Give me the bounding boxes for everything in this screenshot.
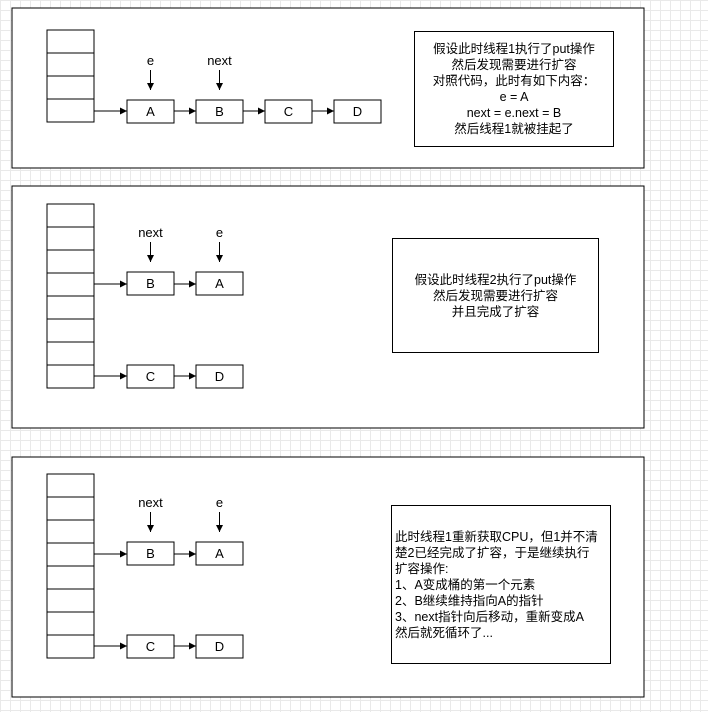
pointer-label: e <box>216 495 223 510</box>
node-label: A <box>146 104 155 119</box>
pointer-label: e <box>147 53 154 68</box>
note-line: 然后就死循环了... <box>395 625 493 640</box>
note-line: 然后发现需要进行扩容 <box>432 288 558 303</box>
bucket-slot <box>46 295 95 320</box>
bucket-slot <box>46 341 95 366</box>
bucket-slot <box>46 611 95 636</box>
note-line: 楚2已经完成了扩容，于是继续执行 <box>395 545 590 560</box>
note-line: 3、next指针向后移动，重新变成A <box>395 609 584 624</box>
pointer-label: next <box>138 495 163 510</box>
node-label: D <box>353 104 362 119</box>
bucket-slot <box>46 75 95 100</box>
bucket-slot <box>46 272 95 297</box>
bucket-array <box>46 203 95 389</box>
bucket-slot <box>46 249 95 274</box>
node-label: B <box>146 276 155 291</box>
note-line: 此时线程1重新获取CPU，但1并不清 <box>395 529 598 544</box>
note-line: next = e.next = B <box>466 106 562 120</box>
node-label: A <box>215 546 224 561</box>
bucket-slot <box>46 496 95 521</box>
node-label: D <box>215 639 224 654</box>
note-line: 然后发现需要进行扩容 <box>451 58 577 72</box>
bucket-slot <box>46 318 95 343</box>
bucket-slot <box>46 588 95 613</box>
node-label: D <box>215 369 224 384</box>
node-label: B <box>215 104 224 119</box>
node-label: B <box>146 546 155 561</box>
note-line: 1、A变成桶的第一个元素 <box>395 577 536 592</box>
note-line: 假设此时线程1执行了put操作 <box>433 42 595 56</box>
note-line: 2、B继续维持指向A的指针 <box>395 593 544 608</box>
bucket-slot <box>46 203 95 228</box>
bucket-array <box>46 29 95 123</box>
bucket-slot <box>46 98 95 123</box>
note-line: e = A <box>499 90 529 104</box>
bucket-slot <box>46 364 95 389</box>
pointer-label: next <box>138 225 163 240</box>
bucket-slot <box>46 226 95 251</box>
note-box: 此时线程1重新获取CPU，但1并不清 楚2已经完成了扩容，于是继续执行 扩容操作… <box>391 505 611 664</box>
note-line: 扩容操作: <box>395 561 449 576</box>
pointer-label: next <box>207 53 232 68</box>
note-line: 假设此时线程2执行了put操作 <box>414 272 577 287</box>
note-line: 对照代码，此时有如下内容： <box>432 74 596 88</box>
bucket-slot <box>46 565 95 590</box>
bucket-slot <box>46 519 95 544</box>
pointer-label: e <box>216 225 223 240</box>
bucket-slot <box>46 52 95 77</box>
node-label: C <box>146 639 155 654</box>
note-box: 假设此时线程1执行了put操作 然后发现需要进行扩容 对照代码，此时有如下内容：… <box>414 31 614 147</box>
bucket-array <box>46 473 95 659</box>
note-line: 然后线程1就被挂起了 <box>454 122 574 136</box>
bucket-slot <box>46 473 95 498</box>
node-label: C <box>284 104 293 119</box>
bucket-slot <box>46 29 95 54</box>
note-line: 并且完成了扩容 <box>451 304 540 319</box>
node-label: A <box>215 276 224 291</box>
bucket-slot <box>46 542 95 567</box>
note-box: 假设此时线程2执行了put操作 然后发现需要进行扩容 并且完成了扩容 <box>392 238 599 353</box>
node-label: C <box>146 369 155 384</box>
bucket-slot <box>46 634 95 659</box>
